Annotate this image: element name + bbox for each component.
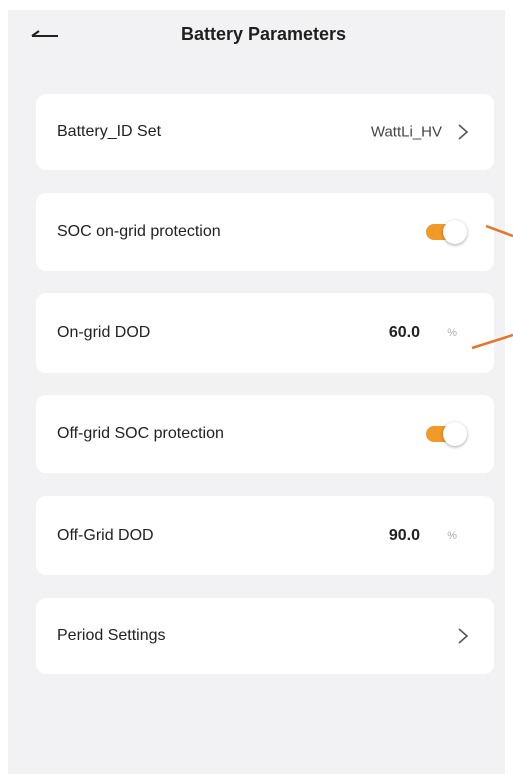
- off-grid-dod-row[interactable]: Off-Grid DOD 90.0 %: [36, 496, 494, 575]
- battery-id-label: Battery_ID Set: [57, 123, 162, 140]
- off-grid-soc-toggle[interactable]: [426, 421, 470, 447]
- on-grid-dod-label: On-grid DOD: [57, 324, 151, 341]
- battery-id-row[interactable]: Battery_ID Set WattLi_HV: [36, 94, 494, 170]
- soc-on-grid-row: SOC on-grid protection: [36, 193, 494, 271]
- period-settings-label: Period Settings: [57, 627, 166, 644]
- off-grid-soc-label: Off-grid SOC protection: [57, 425, 224, 442]
- off-grid-soc-row: Off-grid SOC protection: [36, 395, 494, 473]
- toggle-knob: [443, 220, 467, 244]
- soc-on-grid-label: SOC on-grid protection: [57, 223, 221, 240]
- off-grid-dod-unit: %: [447, 529, 457, 542]
- battery-id-value: WattLi_HV: [370, 123, 442, 141]
- on-grid-dod-row[interactable]: On-grid DOD 60.0 %: [36, 293, 494, 373]
- toggle-knob: [443, 422, 467, 446]
- chevron-right-icon: [458, 628, 469, 644]
- chevron-right-icon: [458, 124, 469, 140]
- period-settings-row[interactable]: Period Settings: [36, 598, 494, 674]
- soc-on-grid-toggle[interactable]: [426, 219, 470, 245]
- page-title: Battery Parameters: [180, 24, 347, 44]
- battery-parameters-screen: Battery Parameters Battery_ID Set WattLi…: [8, 10, 505, 774]
- on-grid-dod-value[interactable]: 60.0: [389, 324, 420, 342]
- off-grid-dod-value[interactable]: 90.0: [389, 527, 420, 545]
- on-grid-dod-unit: %: [447, 327, 457, 339]
- off-grid-dod-label: Off-Grid DOD: [57, 526, 154, 544]
- header: Battery Parameters: [8, 10, 505, 62]
